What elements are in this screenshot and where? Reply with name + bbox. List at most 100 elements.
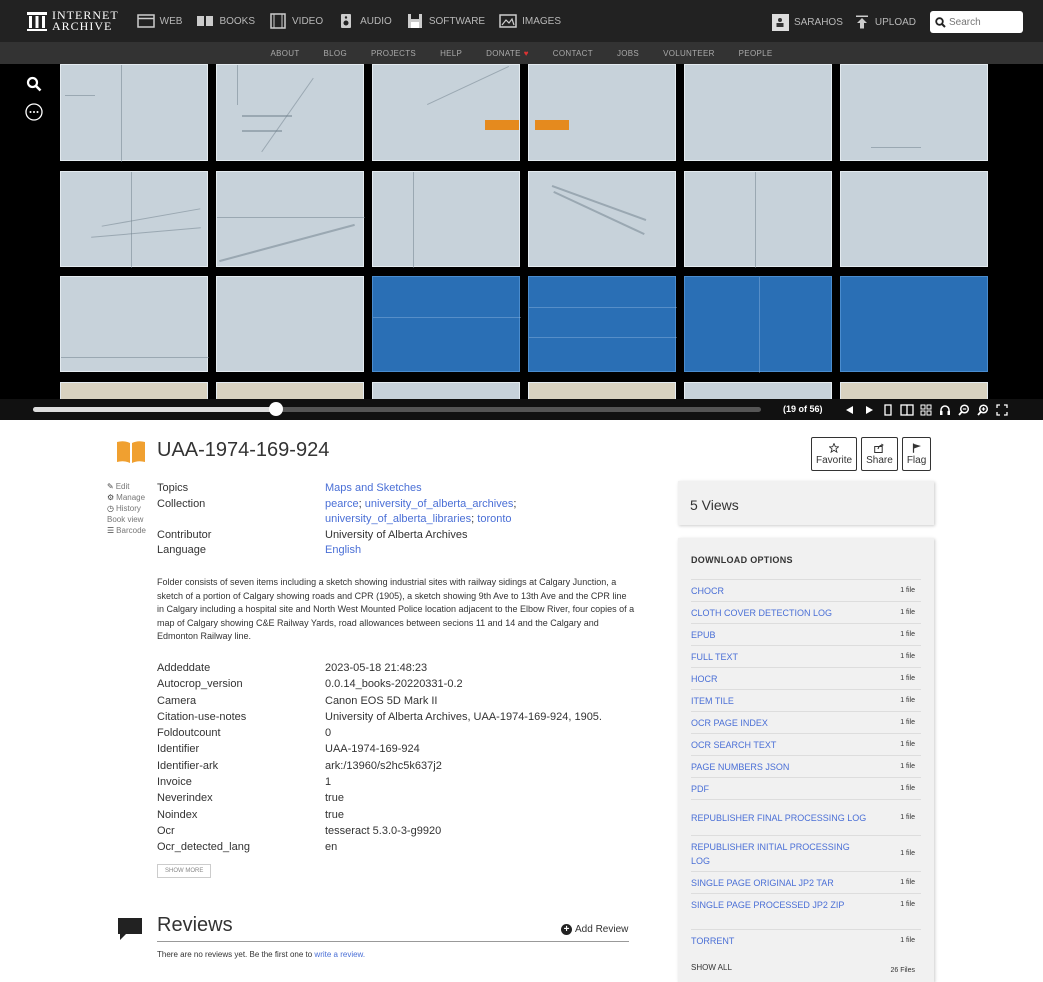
topic-link[interactable]: Maps and Sketches [325,482,422,494]
download-format-link[interactable]: OCR SEARCH TEXT [691,738,871,752]
collection-link[interactable]: university_of_alberta_libraries [325,513,471,525]
download-format-link[interactable]: SINGLE PAGE ORIGINAL JP2 TAR [691,876,871,890]
page-scrubber-track[interactable] [33,402,761,416]
nav-audio-label: AUDIO [360,15,392,27]
subnav-donate[interactable]: DONATE ♥ [486,49,529,58]
show-all-link[interactable]: SHOW ALL [691,963,732,974]
page-thumbnail[interactable] [216,276,364,372]
user-avatar[interactable] [771,13,789,31]
favorite-button[interactable]: Favorite [811,437,858,471]
share-button[interactable]: Share [861,437,898,471]
page-thumbnail[interactable] [60,276,209,372]
nav-books[interactable]: BOOKS [196,13,255,29]
page-thumbnail[interactable] [528,171,676,267]
barcode-link[interactable]: ☰ Barcode [107,525,146,536]
download-format-link[interactable]: PDF [691,782,871,796]
nav-video[interactable]: VIDEO [269,13,323,29]
nav-software[interactable]: SOFTWARE [406,13,485,29]
no-reviews-message: There are no reviews yet. Be the first o… [157,950,365,959]
download-format-link[interactable]: EPUB [691,628,871,642]
page-thumbnail[interactable] [485,64,676,161]
download-format-link[interactable]: CHOCR [691,584,871,598]
page-thumbnail[interactable] [840,276,988,372]
collection-link[interactable]: pearce [325,498,359,510]
download-format-link[interactable]: PAGE NUMBERS JSON [691,760,871,774]
share-label: Share [866,454,893,466]
viewer-more-button[interactable] [24,102,44,122]
page-thumbnail[interactable] [684,276,832,373]
collection-link[interactable]: university_of_alberta_archives [365,498,514,510]
page-scrubber-handle[interactable] [269,402,284,416]
edit-link[interactable]: ✎ Edit [107,481,146,492]
page-thumbnail[interactable] [528,276,677,372]
metadata-row: Neverindex true [157,790,645,806]
subnav-about[interactable]: ABOUT [270,49,299,58]
download-format-link[interactable]: CLOTH COVER DETECTION LOG [691,606,871,620]
download-format-link[interactable]: REPUBLISHER INITIAL PROCESSING LOG [691,840,871,868]
book-viewer[interactable]: (19 of 56) [0,64,1043,420]
download-format-link[interactable]: OCR PAGE INDEX [691,716,871,730]
flag-button[interactable]: Flag [901,437,932,471]
search-input[interactable] [949,16,1019,28]
page-thumbnail[interactable] [60,64,208,162]
subnav-people[interactable]: PEOPLE [739,49,773,58]
internet-archive-logo[interactable]: INTERNET ARCHIVE [26,9,119,33]
fullscreen-button[interactable] [994,402,1010,417]
page-thumbnail[interactable] [60,171,208,268]
subnav-contact[interactable]: CONTACT [553,49,593,58]
language-link[interactable]: English [325,544,361,556]
logo-line-2: ARCHIVE [52,19,113,33]
page-thumbnail[interactable] [372,64,520,161]
upload-button[interactable]: UPLOAD [855,15,916,29]
download-format-link[interactable]: FULL TEXT [691,650,871,664]
page-thumbnail[interactable] [216,171,365,267]
metadata-key: Citation-use-notes [157,710,247,723]
two-page-view-button[interactable] [899,402,915,417]
add-review-button[interactable]: + Add Review [561,924,628,935]
collection-link[interactable]: toronto [477,513,511,525]
username[interactable]: SARAHOS [794,17,843,28]
views-panel: 5 Views [678,481,934,525]
prev-page-button[interactable] [842,402,858,417]
download-file-count: 1 file [900,763,915,770]
subnav-help[interactable]: HELP [440,49,462,58]
metadata-row: Autocrop_version 0.0.14_books-20220331-0.… [157,676,645,692]
download-format-link[interactable]: SINGLE PAGE PROCESSED JP2 ZIP [691,898,871,912]
history-link[interactable]: ◷ History [107,503,146,514]
nav-audio[interactable]: AUDIO [337,13,392,29]
subnav-volunteer[interactable]: VOLUNTEER [663,49,715,58]
nav-web[interactable]: WEB [136,13,182,29]
subnav-blog[interactable]: BLOG [324,49,347,58]
download-format-link[interactable]: HOCR [691,672,871,686]
download-format-link[interactable]: TORRENT [691,934,871,948]
subnav-jobs[interactable]: JOBS [617,49,639,58]
nav-images[interactable]: IMAGES [499,13,561,29]
show-more-button[interactable]: SHOW MORE [157,864,212,878]
zoom-out-button[interactable] [956,402,972,417]
next-page-button[interactable] [861,402,877,417]
page-thumbnail[interactable] [684,64,832,161]
subnav-projects[interactable]: PROJECTS [371,49,416,58]
images-icon [499,14,517,28]
page-thumbnail[interactable] [216,64,364,161]
viewer-controls [842,402,1013,417]
zoom-in-button[interactable] [975,402,991,417]
one-page-view-button[interactable] [880,402,896,417]
page-thumbnail[interactable] [372,276,521,372]
download-row: FULL TEXT 1 file [691,645,921,667]
download-format-link[interactable]: ITEM TILE [691,694,871,708]
page-thumbnail[interactable] [684,171,832,268]
write-review-link[interactable]: write a review. [314,950,365,959]
read-aloud-button[interactable] [937,402,953,417]
page-thumbnail[interactable] [840,171,988,267]
viewer-search-button[interactable] [24,74,44,94]
thumbnail-view-button[interactable] [918,402,934,417]
page-thumbnail[interactable] [372,171,520,268]
book-view-link[interactable]: Book view [107,514,146,525]
nav-images-label: IMAGES [522,15,562,27]
download-format-link[interactable]: REPUBLISHER FINAL PROCESSING LOG [691,811,871,825]
page-thumbnail[interactable] [840,64,988,161]
sub-nav: ABOUT BLOG PROJECTS HELP DONATE ♥ CONTACT… [0,42,1043,64]
manage-link[interactable]: ⚙ Manage [107,492,146,503]
search-box[interactable] [930,11,1023,33]
